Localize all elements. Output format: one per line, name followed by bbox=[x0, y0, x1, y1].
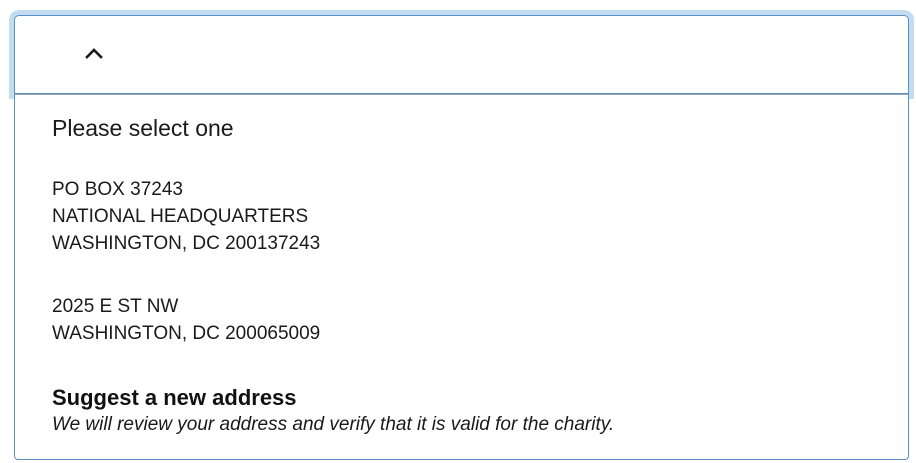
suggest-description: We will review your address and verify t… bbox=[52, 414, 615, 435]
suggest-title: Suggest a new address bbox=[52, 385, 297, 410]
address-options-list: Please select one PO BOX 37243 NATIONAL … bbox=[14, 94, 909, 460]
address-option[interactable]: 2025 E ST NW WASHINGTON, DC 200065009 bbox=[52, 293, 320, 347]
address-line: WASHINGTON, DC 200065009 bbox=[52, 323, 321, 344]
address-line: WASHINGTON, DC 200137243 bbox=[52, 233, 321, 254]
address-option[interactable]: PO BOX 37243 NATIONAL HEADQUARTERS WASHI… bbox=[52, 176, 320, 257]
address-line: 2025 E ST NW bbox=[52, 296, 179, 317]
suggest-new-address-option[interactable]: Suggest a new address We will review you… bbox=[52, 384, 614, 438]
select-placeholder-option[interactable]: Please select one bbox=[52, 114, 234, 142]
address-line: PO BOX 37243 bbox=[52, 179, 183, 200]
chevron-up-icon[interactable] bbox=[85, 44, 103, 62]
address-select[interactable] bbox=[14, 15, 909, 94]
address-line: NATIONAL HEADQUARTERS bbox=[52, 206, 309, 227]
